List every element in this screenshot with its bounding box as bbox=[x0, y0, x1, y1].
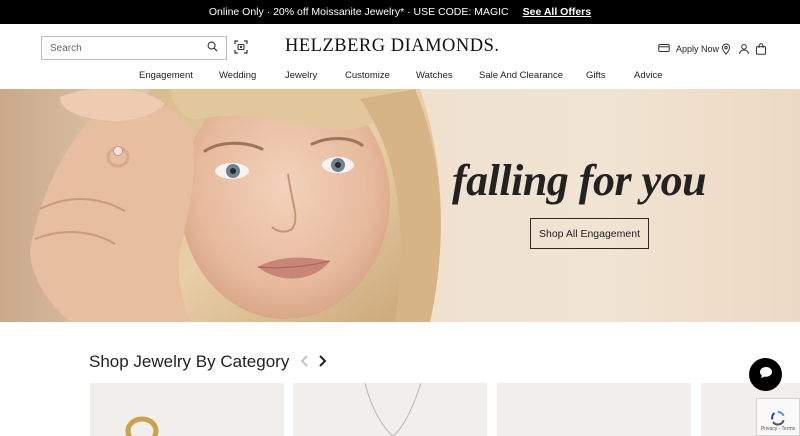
shopping-bag-icon[interactable] bbox=[755, 42, 767, 56]
main-nav: Engagement Wedding Jewelry Customize Wat… bbox=[0, 68, 800, 88]
category-card[interactable] bbox=[90, 383, 284, 436]
nav-item-sale-and-clearance[interactable]: Sale And Clearance bbox=[479, 70, 563, 81]
nav-item-gifts[interactable]: Gifts bbox=[586, 70, 606, 81]
nav-item-customize[interactable]: Customize bbox=[345, 70, 390, 81]
nav-item-jewelry[interactable]: Jewelry bbox=[285, 70, 317, 81]
promo-bar: Online Only · 20% off Moissanite Jewelry… bbox=[0, 0, 800, 24]
recaptcha-text: Privacy - Terms bbox=[760, 426, 796, 432]
shop-all-engagement-button[interactable]: Shop All Engagement bbox=[530, 218, 649, 249]
credit-card-icon bbox=[658, 42, 670, 56]
account-icon[interactable] bbox=[738, 42, 750, 56]
location-pin-icon[interactable] bbox=[720, 42, 732, 56]
category-card[interactable] bbox=[497, 383, 691, 436]
chevron-left-icon[interactable] bbox=[299, 354, 311, 368]
search-icon[interactable] bbox=[207, 41, 218, 55]
promo-text: Online Only · 20% off Moissanite Jewelry… bbox=[208, 6, 509, 18]
category-section-title: Shop Jewelry By Category bbox=[89, 352, 290, 371]
nav-item-watches[interactable]: Watches bbox=[416, 70, 453, 81]
apply-now-label: Apply Now bbox=[676, 44, 720, 54]
apply-now-link[interactable]: Apply Now bbox=[658, 42, 719, 56]
nav-item-advice[interactable]: Advice bbox=[634, 70, 663, 81]
ring-image bbox=[125, 416, 159, 436]
site-logo[interactable]: HELZBERG DIAMONDS. bbox=[285, 36, 500, 57]
see-all-offers-link[interactable]: See All Offers bbox=[523, 6, 591, 18]
camera-scan-icon[interactable] bbox=[234, 40, 248, 54]
necklace-image bbox=[364, 382, 422, 436]
category-card[interactable] bbox=[293, 382, 487, 436]
chat-button[interactable] bbox=[749, 358, 782, 391]
hero-title: falling for you bbox=[452, 156, 707, 205]
nav-item-engagement[interactable]: Engagement bbox=[139, 70, 193, 81]
nav-item-wedding[interactable]: Wedding bbox=[219, 70, 256, 81]
recaptcha-badge[interactable]: Privacy - Terms bbox=[756, 398, 800, 436]
search-input[interactable]: Search bbox=[41, 36, 227, 60]
chat-bubble-icon bbox=[759, 366, 773, 384]
hero-banner[interactable]: falling for you Shop All Engagement bbox=[0, 89, 800, 322]
recaptcha-icon bbox=[771, 410, 785, 426]
search-placeholder: Search bbox=[50, 42, 82, 54]
chevron-right-icon[interactable] bbox=[316, 354, 328, 368]
